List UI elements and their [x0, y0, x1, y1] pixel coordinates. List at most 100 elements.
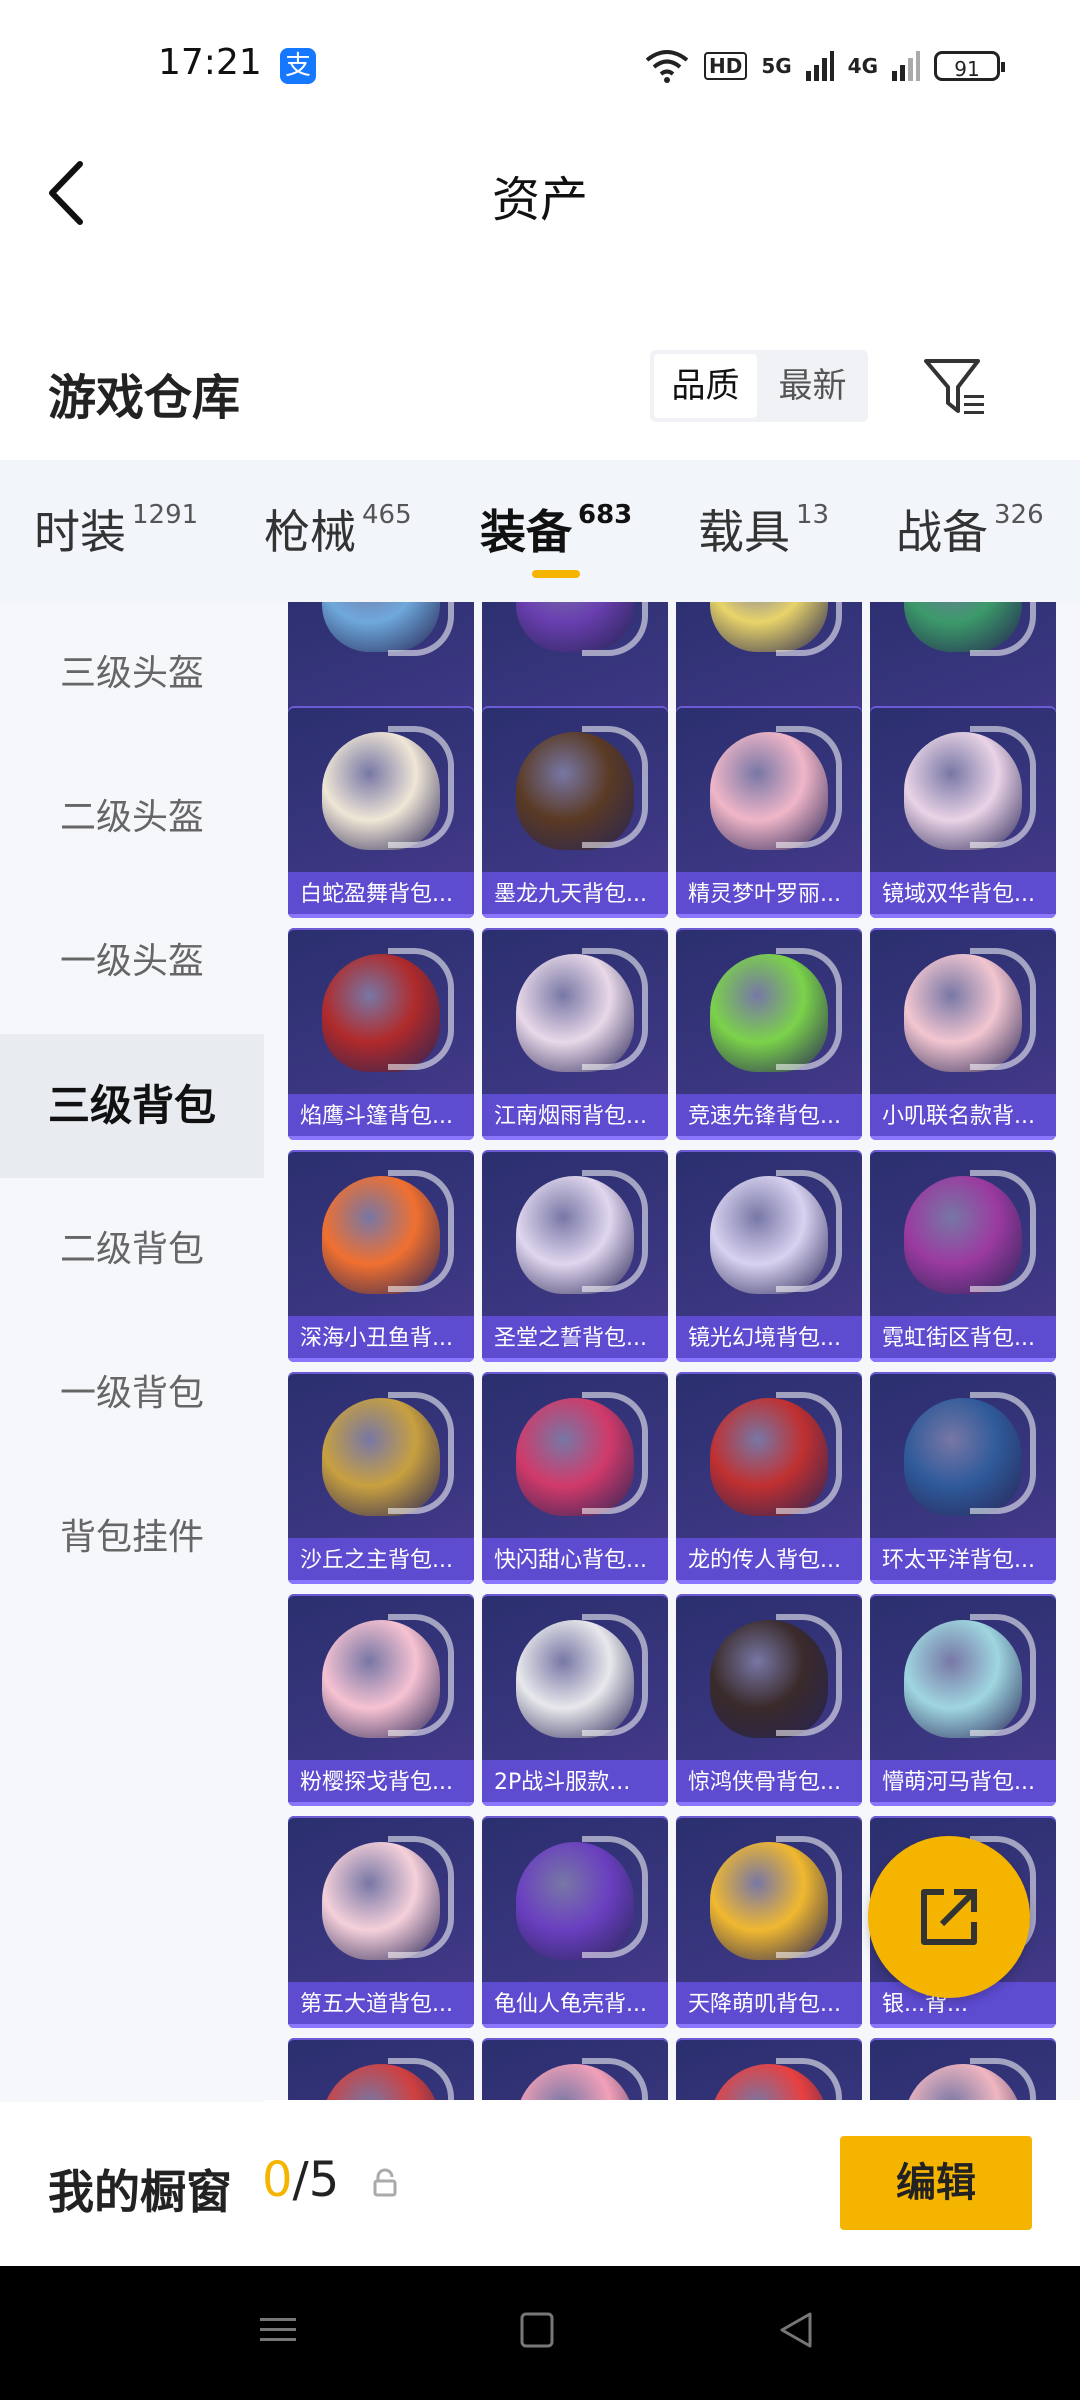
signal-bars-icon	[805, 51, 834, 81]
item-card[interactable]: 精灵梦叶罗丽...	[676, 706, 862, 918]
tab-guns[interactable]: 枪械 465	[264, 496, 412, 562]
item-card[interactable]	[676, 2038, 862, 2100]
tab-vehicles[interactable]: 载具 13	[698, 496, 829, 562]
back-nav-icon[interactable]	[776, 2310, 816, 2350]
backpack-strap	[970, 602, 1036, 656]
backpack-strap	[776, 2058, 842, 2100]
backpack-strap	[582, 602, 648, 656]
item-card[interactable]: 龟仙人龟壳背...	[482, 1816, 668, 2028]
signal-5g-icon: 5G	[761, 54, 792, 78]
item-card[interactable]: 快闪甜心背包...	[482, 1372, 668, 1584]
sidebar-item-lv1-helmet[interactable]: 一级头盔	[0, 890, 264, 1034]
item-card[interactable]	[482, 2038, 668, 2100]
tab-equipment[interactable]: 装备 683	[480, 496, 632, 562]
item-card[interactable]: 白蛇盈舞背包...	[288, 706, 474, 918]
item-name: 沙丘之主背包...	[288, 1538, 474, 1584]
card-accent-bar	[870, 914, 1056, 918]
card-accent-bar	[482, 1136, 668, 1140]
item-card[interactable]: 惊鸿侠骨背包...	[676, 1594, 862, 1806]
sidebar-item-lv2-backpack[interactable]: 二级背包	[0, 1178, 264, 1322]
tab-gear[interactable]: 战备 326	[896, 496, 1044, 562]
card-accent-bar	[482, 914, 668, 918]
item-name: 第五大道背包...	[288, 1982, 474, 2028]
item-card[interactable]: 墨龙九天背包...	[482, 706, 668, 918]
backpack-strap	[970, 2058, 1036, 2100]
backpack-strap	[388, 1392, 454, 1514]
item-card[interactable]: 镜光幻境背包...	[676, 1150, 862, 1362]
item-name: 霓虹街区背包...	[870, 1316, 1056, 1362]
sidebar-item-lv2-helmet[interactable]: 二级头盔	[0, 746, 264, 890]
tab-label: 枪械	[264, 505, 356, 559]
backpack-strap	[776, 602, 842, 656]
backpack-strap	[970, 1392, 1036, 1514]
card-accent-bar	[870, 1802, 1056, 1806]
tab-label: 装备	[480, 505, 572, 559]
item-card[interactable]	[870, 2038, 1056, 2100]
sort-latest-button[interactable]: 最新	[761, 354, 864, 418]
backpack-strap	[776, 1614, 842, 1736]
item-card[interactable]: 懵萌河马背包...	[870, 1594, 1056, 1806]
sort-quality-button[interactable]: 品质	[654, 354, 757, 418]
tab-count: 326	[994, 500, 1044, 530]
active-tab-indicator	[532, 570, 580, 578]
page-title: 资产	[491, 172, 588, 228]
item-card[interactable]: 江南烟雨背包...	[482, 928, 668, 1140]
showcase-title: 我的橱窗	[48, 2165, 232, 2219]
tab-count: 465	[362, 500, 412, 530]
sidebar: 三级头盔 二级头盔 一级头盔 三级背包 二级背包 一级背包 背包挂件	[0, 602, 264, 2102]
item-name: 惊鸿侠骨背包...	[676, 1760, 862, 1806]
item-card[interactable]: 第五大道背包...	[288, 1816, 474, 2028]
backpack-strap	[776, 1392, 842, 1514]
sidebar-item-lv3-helmet[interactable]: 三级头盔	[0, 602, 264, 746]
item-card[interactable]: 镜域双华背包...	[870, 706, 1056, 918]
battery-icon: 91	[934, 51, 1005, 81]
sidebar-item-lv3-backpack[interactable]: 三级背包	[0, 1034, 264, 1178]
item-name: 竞速先锋背包...	[676, 1094, 862, 1140]
item-card[interactable]: 天降萌叽背包...	[676, 1816, 862, 2028]
home-icon[interactable]	[518, 2310, 558, 2350]
item-card[interactable]: 霓虹街区背包...	[870, 1150, 1056, 1362]
item-name: 2P战斗服款...	[482, 1760, 668, 1806]
sidebar-item-lv1-backpack[interactable]: 一级背包	[0, 1322, 264, 1466]
share-fab[interactable]	[868, 1836, 1030, 1998]
item-card[interactable]: 粉樱探戈背包...	[288, 1594, 474, 1806]
filter-icon[interactable]	[922, 355, 988, 421]
item-card[interactable]	[288, 2038, 474, 2100]
card-accent-bar	[676, 2024, 862, 2028]
tab-count: 683	[578, 500, 633, 530]
card-accent-bar	[676, 1580, 862, 1584]
backpack-strap	[388, 1614, 454, 1736]
menu-icon[interactable]	[258, 2310, 298, 2350]
item-card[interactable]: 深海小丑鱼背...	[288, 1150, 474, 1362]
item-card[interactable]: 小叽联名款背...	[870, 928, 1056, 1140]
item-card[interactable]: 竞速先锋背包...	[676, 928, 862, 1140]
item-card[interactable]: 圣堂之誓背包...	[482, 1150, 668, 1362]
backpack-strap	[582, 1392, 648, 1514]
backpack-strap	[388, 602, 454, 656]
item-name: 环太平洋背包...	[870, 1538, 1056, 1584]
system-nav-bar	[0, 2266, 1080, 2400]
item-name: 粉樱探戈背包...	[288, 1760, 474, 1806]
sidebar-item-backpack-charm[interactable]: 背包挂件	[0, 1466, 264, 1610]
status-bar: 17:21 支 HD 5G 4G 91	[0, 0, 1080, 130]
edit-button[interactable]: 编辑	[840, 2136, 1032, 2230]
item-card[interactable]: 沙丘之主背包...	[288, 1372, 474, 1584]
card-accent-bar	[870, 2024, 1056, 2028]
item-card[interactable]: 焰鹰斗篷背包...	[288, 928, 474, 1140]
wifi-icon	[645, 50, 689, 83]
item-card[interactable]: 2P战斗服款...	[482, 1594, 668, 1806]
item-name: 天降萌叽背包...	[676, 1982, 862, 2028]
card-accent-bar	[482, 2024, 668, 2028]
backpack-strap	[582, 1614, 648, 1736]
item-name: 深海小丑鱼背...	[288, 1316, 474, 1362]
backpack-strap	[582, 1170, 648, 1292]
card-accent-bar	[676, 914, 862, 918]
item-card[interactable]: 环太平洋背包...	[870, 1372, 1056, 1584]
item-name: 龙的传人背包...	[676, 1538, 862, 1584]
card-accent-bar	[870, 1580, 1056, 1584]
item-card[interactable]: 龙的传人背包...	[676, 1372, 862, 1584]
tab-fashion[interactable]: 时装 1291	[34, 496, 198, 562]
item-name: 焰鹰斗篷背包...	[288, 1094, 474, 1140]
card-accent-bar	[482, 1802, 668, 1806]
backpack-strap	[970, 726, 1036, 848]
